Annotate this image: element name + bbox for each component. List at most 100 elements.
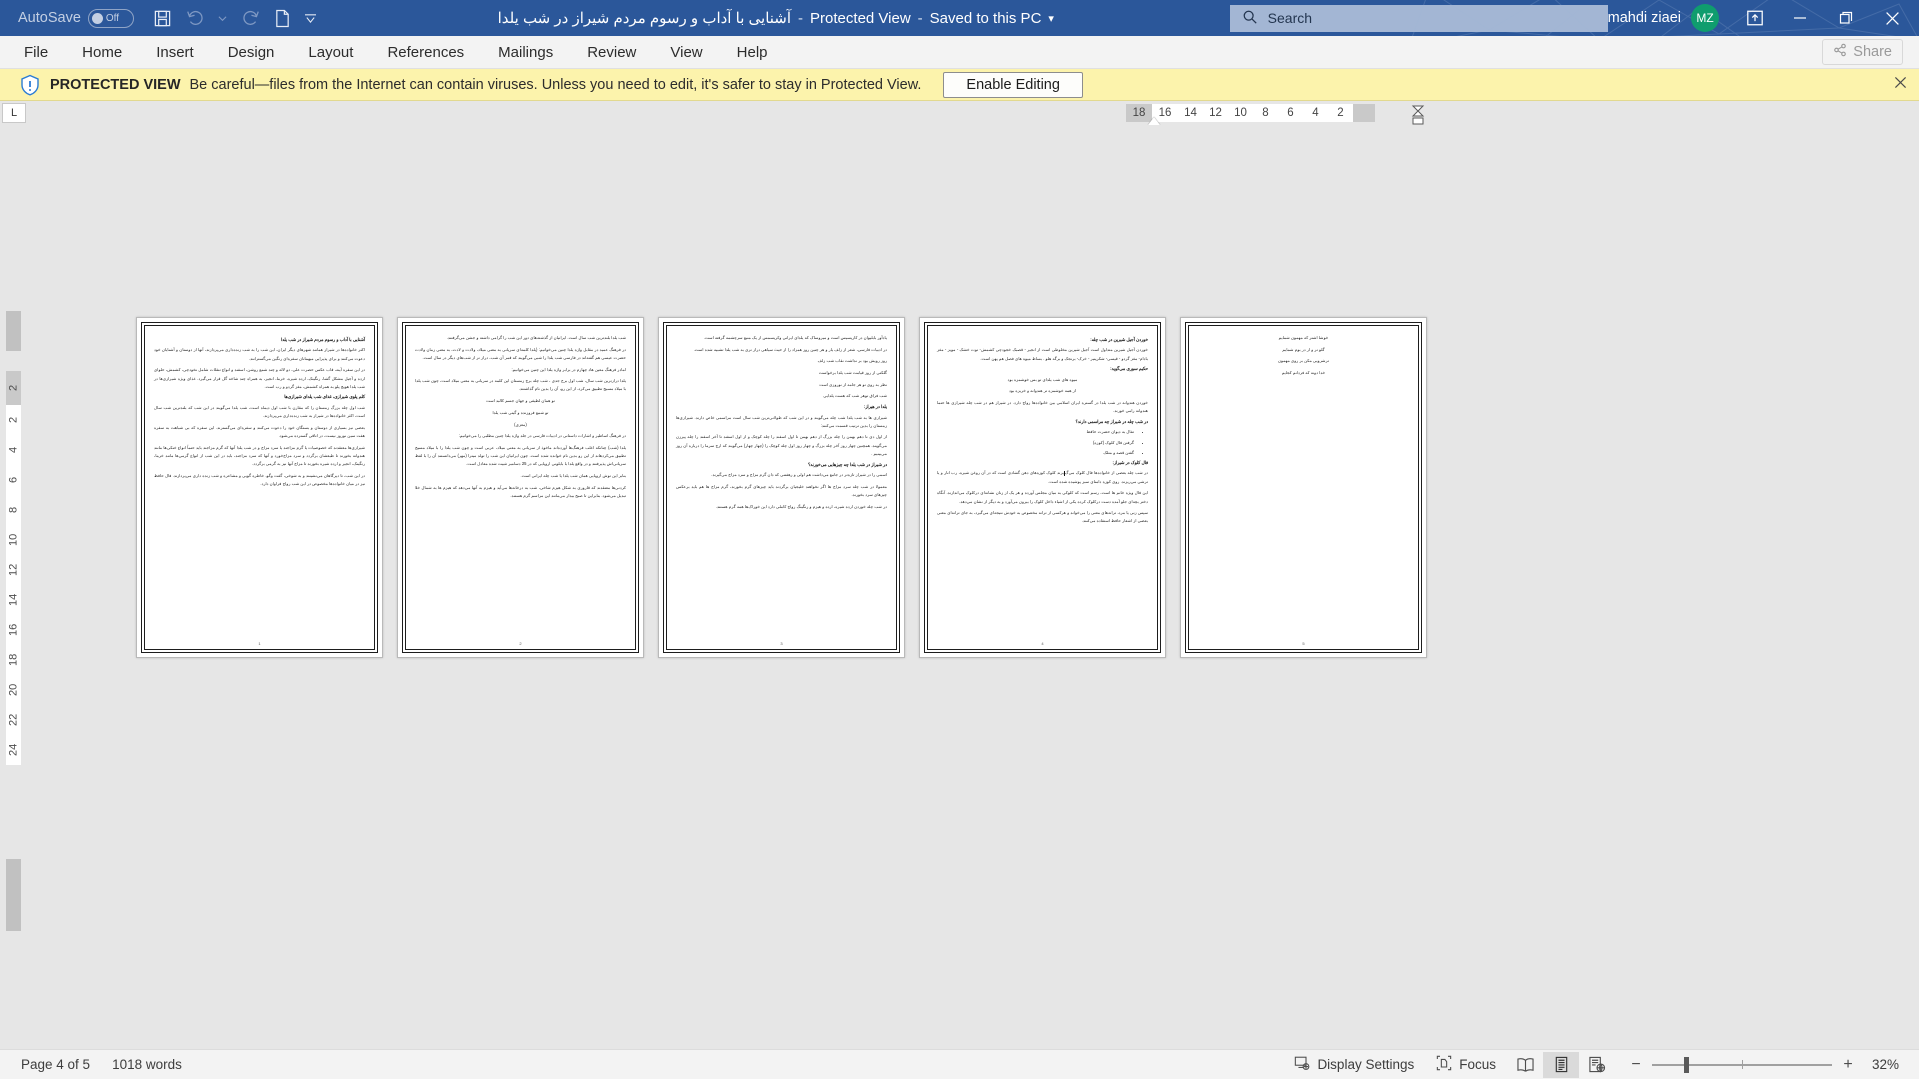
account-name[interactable]: mahdi ziaei [1608, 10, 1681, 26]
vruler-tick-24: 24 [6, 735, 21, 765]
horizontal-ruler[interactable]: 18 16 14 12 10 8 6 4 2 [1126, 104, 1426, 125]
ruler-row: L 18 16 14 12 10 8 6 4 2 [0, 101, 1919, 125]
vruler-tick-16: 16 [6, 615, 21, 645]
word-count[interactable]: 1018 words [101, 1057, 193, 1072]
tab-references[interactable]: References [371, 40, 480, 65]
document-title[interactable]: آشنایی با آداب و رسوم مردم شیراز در شب ی… [322, 9, 1230, 28]
autosave-control[interactable]: AutoSave Off [18, 8, 134, 28]
paragraph: تو شمع فروزنده و گیتی شب یلدا [492, 409, 549, 415]
search-placeholder: Search [1267, 10, 1313, 26]
paragraph: اکثر خانواده‌ها در شیراز همانند شهرهای د… [154, 347, 365, 361]
tab-file[interactable]: File [8, 40, 64, 65]
ruler-tick-12: 12 [1203, 104, 1228, 122]
page-number: 2 [519, 641, 522, 646]
paragraph-heading: کلم پلوی شیرازی، غذای شب یلدای شیرازی‌ها [284, 394, 365, 400]
ribbon-display-options-icon[interactable] [1733, 0, 1777, 36]
page-text-area[interactable]: خوشا اشتر که مهمون شمایم گلو تر و ار در ب… [1185, 322, 1422, 653]
web-layout-icon[interactable] [1579, 1052, 1615, 1078]
read-mode-icon[interactable] [1507, 1052, 1543, 1078]
share-button[interactable]: Share [1822, 39, 1903, 65]
paragraph: (معزی) [514, 421, 527, 427]
page-text-area[interactable]: یادآور بابلیوان در کاریسیس است و میروساک… [663, 322, 900, 653]
document-page[interactable]: خوشا اشتر که مهمون شمایم گلو تر و ار در ب… [1180, 317, 1427, 658]
page-canvas[interactable]: آشنایی با آداب و رسوم مردم شیراز در شب ی… [26, 125, 1919, 1049]
paragraph: از همه خوشمزه تر هندوانه و خربزه بود [1009, 388, 1076, 394]
first-line-indent-marker[interactable] [1148, 117, 1160, 125]
display-settings-button[interactable]: Display Settings [1283, 1055, 1425, 1074]
document-page[interactable]: یادآور بابلیوان در کاریسیس است و میروساک… [658, 317, 905, 658]
restore-button[interactable] [1823, 0, 1869, 36]
page-text-area[interactable]: شب یلدا بلندترین شب سال است. ایرانیان از… [402, 322, 639, 653]
vruler-tick-top: 2 [6, 371, 21, 405]
paragraph: خوردن آجیل شیرین متداول است آجیل شیرین م… [937, 347, 1148, 361]
document-page[interactable]: خوردن آجیل شیرین در شب چله: خوردن آجیل شی… [919, 317, 1166, 658]
undo-icon[interactable] [180, 4, 210, 32]
tab-review[interactable]: Review [571, 40, 652, 65]
redo-icon[interactable] [236, 4, 266, 32]
tab-stop-selector[interactable]: L [2, 103, 26, 123]
page-list: آشنایی با آداب و رسوم مردم شیراز در شب ی… [136, 317, 1427, 658]
status-bar: Page 4 of 5 1018 words Display Settings … [0, 1049, 1919, 1079]
undo-dropdown-icon[interactable] [212, 4, 234, 32]
zoom-control[interactable]: − + [1629, 1056, 1855, 1074]
tab-layout[interactable]: Layout [292, 40, 369, 65]
tab-help[interactable]: Help [721, 40, 784, 65]
page-text-area[interactable]: خوردن آجیل شیرین در شب چله: خوردن آجیل شی… [924, 322, 1161, 653]
zoom-slider[interactable] [1652, 1056, 1832, 1073]
title-separator-1: - [798, 9, 804, 27]
print-layout-icon[interactable] [1543, 1051, 1579, 1078]
close-icon[interactable] [1894, 76, 1907, 94]
zoom-level[interactable]: 32% [1863, 1057, 1909, 1072]
paragraph: گلو تر و ار در بوم شمایم [1282, 346, 1325, 352]
new-file-icon[interactable] [268, 4, 298, 32]
ruler-tick-10: 10 [1228, 104, 1253, 122]
close-button[interactable] [1869, 0, 1915, 36]
tab-mailings[interactable]: Mailings [482, 40, 569, 65]
vruler-tick-8: 8 [6, 495, 21, 525]
scrollbar-thumb-bottom[interactable] [6, 859, 21, 931]
paragraph: در شب چله خوردن ارده شیره، ارده و هیزم و… [715, 503, 887, 509]
zoom-out-button[interactable]: − [1629, 1056, 1643, 1074]
paragraph: ترشرویی مکن بر روی مهمون [1277, 358, 1329, 364]
scrollbar-thumb-top[interactable] [6, 311, 21, 351]
paragraph: از اول دی تا دهم بهمن را چله بزرگ از دهم… [676, 434, 887, 456]
tab-design[interactable]: Design [212, 40, 291, 65]
paragraph: کردنی‌ها معتقدند که قاروری به شکل هیزم ش… [415, 484, 626, 498]
save-icon[interactable] [148, 4, 178, 32]
paragraph: در ادبیات فارسی، شعر از زلف یار و هر چنی… [693, 346, 887, 352]
vruler-tick-10: 10 [6, 525, 21, 555]
title-dropdown-icon[interactable]: ▾ [1048, 12, 1054, 25]
paragraph-heading: آشنایی با آداب و رسوم مردم شیراز در شب ی… [280, 337, 365, 342]
ruler-tick-2: 2 [1328, 104, 1353, 122]
zoom-slider-thumb[interactable] [1684, 1056, 1689, 1073]
tab-insert[interactable]: Insert [140, 40, 210, 65]
paragraph: بنابر این توش اروپایی همان شب یلدا یا شب… [520, 472, 626, 478]
customize-quick-access-icon[interactable] [300, 4, 322, 32]
vruler-tick-2: 2 [6, 405, 21, 435]
page-number: 3 [780, 641, 783, 646]
save-location-status: Saved to this PC [929, 9, 1042, 27]
page-indicator[interactable]: Page 4 of 5 [10, 1057, 101, 1072]
document-page[interactable]: آشنایی با آداب و رسوم مردم شیراز در شب ی… [136, 317, 383, 658]
vertical-ruler[interactable]: 2 2 4 6 8 10 12 14 16 18 20 22 24 [6, 371, 21, 765]
paragraph: در این سفره آینه، قاب عکس حضرت علی، دو ل… [154, 367, 365, 389]
zoom-in-button[interactable]: + [1841, 1056, 1855, 1074]
paragraph: شب اول چله بزرگ زمستان را که مقارن با شب… [154, 404, 365, 418]
document-page[interactable]: شب یلدا بلندترین شب سال است. ایرانیان از… [397, 317, 644, 658]
autosave-toggle[interactable]: Off [87, 8, 134, 28]
focus-label: Focus [1459, 1057, 1496, 1072]
paragraph: روز رویش بود بر نداشت نقاب شب زلف [817, 358, 887, 364]
enable-editing-button[interactable]: Enable Editing [943, 71, 1083, 98]
paragraph: گلکتی از روز قیامت شب یلدا برخواست [818, 370, 887, 376]
title-bar: AutoSave Off آشنایی با آداب و رسوم مردم … [0, 0, 1919, 36]
avatar[interactable]: MZ [1691, 4, 1719, 32]
page-text-area[interactable]: آشنایی با آداب و رسوم مردم شیراز در شب ی… [141, 322, 378, 653]
share-label: Share [1853, 44, 1892, 60]
minimize-button[interactable] [1777, 0, 1823, 36]
tab-home[interactable]: Home [66, 40, 138, 65]
tab-view[interactable]: View [654, 40, 718, 65]
focus-button[interactable]: Focus [1425, 1055, 1507, 1074]
search-box[interactable]: Search [1229, 4, 1608, 32]
vruler-tick-22: 22 [6, 705, 21, 735]
ruler-margin-right [1353, 104, 1375, 122]
